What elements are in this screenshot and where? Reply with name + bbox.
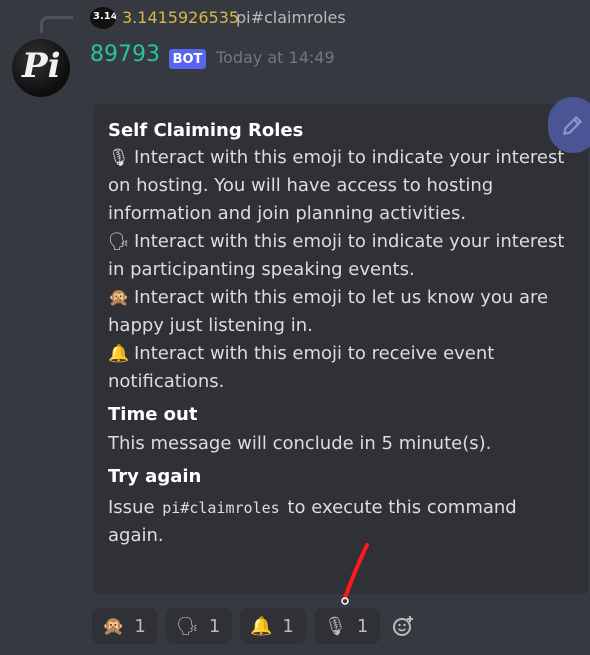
reaction-speak-no-evil[interactable]: 🙊 1 — [92, 608, 158, 644]
embed-line-text: Interact with this emoji to receive even… — [108, 343, 495, 392]
reaction-count: 1 — [134, 615, 146, 637]
avatar-text: Pi — [22, 46, 61, 86]
timeout-text: This message will conclude in 5 minute(s… — [108, 433, 492, 454]
bell-icon: 🔔 — [108, 344, 130, 364]
bot-avatar[interactable]: Pi — [12, 39, 70, 97]
message-embed: Self Claiming Roles 🎙 Interact with this … — [94, 104, 588, 594]
microphone-icon: 🎙 — [324, 615, 347, 637]
embed-line-notifications: 🔔 Interact with this emoji to receive eve… — [108, 340, 578, 396]
speaking-head-icon: 🗣 — [108, 232, 130, 252]
embed-line-hosting: 🎙 Interact with this emoji to indicate yo… — [108, 144, 578, 228]
timeout-title: Time out — [108, 404, 198, 425]
embed-line-text: Interact with this emoji to indicate you… — [108, 231, 565, 280]
reply-avatar-text: 3.14 — [93, 11, 116, 22]
add-reaction-button[interactable] — [388, 608, 418, 644]
speaking-head-icon: 🗣 — [176, 615, 199, 637]
reply-avatar[interactable]: 3.14 — [90, 7, 116, 29]
reaction-microphone[interactable]: 🎙 1 — [314, 608, 380, 644]
microphone-icon: 🎙 — [108, 148, 130, 168]
embed-line-text: Interact with this emoji to indicate you… — [108, 147, 565, 224]
retry-text: Issue pi#claimroles to execute this comm… — [108, 494, 578, 550]
reaction-speaking-head[interactable]: 🗣 1 — [166, 608, 232, 644]
reaction-count: 1 — [356, 615, 369, 637]
retry-title: Try again — [108, 466, 202, 487]
embed-line-listening: 🙊 Interact with this emoji to let us know… — [108, 284, 578, 340]
reply-preview[interactable]: pi#claimroles — [236, 8, 346, 27]
bot-username[interactable]: 89793 — [90, 42, 160, 67]
reactions-bar: 🙊 1 🗣 1 🔔 1 🎙 1 — [92, 608, 418, 646]
pencil-icon — [562, 115, 583, 136]
embed-line-speaking: 🗣 Interact with this emoji to indicate yo… — [108, 228, 578, 284]
reply-connector — [40, 16, 73, 33]
retry-command: pi#claimroles — [160, 499, 282, 517]
reaction-bell[interactable]: 🔔 1 — [240, 608, 306, 644]
reaction-count: 1 — [208, 615, 221, 637]
embed-line-text: Interact with this emoji to let us know … — [108, 287, 549, 336]
retry-prefix: Issue — [108, 497, 155, 518]
reaction-count: 1 — [282, 615, 294, 637]
bot-badge: BOT — [169, 49, 206, 69]
reply-author[interactable]: 3.1415926535 — [122, 8, 239, 27]
embed-title: Self Claiming Roles — [108, 120, 304, 141]
bell-icon: 🔔 — [250, 615, 273, 637]
message-timestamp[interactable]: Today at 14:49 — [216, 48, 335, 67]
speak-no-evil-monkey-icon: 🙊 — [108, 288, 130, 308]
add-reaction-icon — [393, 616, 413, 636]
speak-no-evil-monkey-icon: 🙊 — [102, 615, 125, 637]
edit-button[interactable] — [548, 97, 590, 153]
